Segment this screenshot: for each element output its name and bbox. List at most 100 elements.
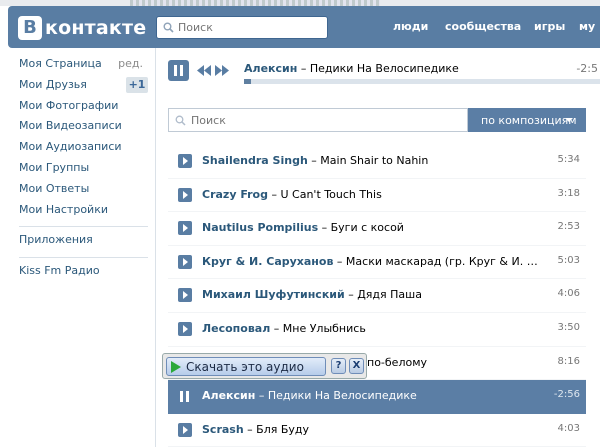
- track-row[interactable]: Scrash – Бля Буду 4:03: [168, 414, 586, 447]
- track-title: Shailendra Singh – Main Shair to Nahin: [202, 154, 542, 167]
- track-song: по-белому: [367, 355, 428, 369]
- track-song: – Маски маскарад (гр. Круг & И. Сарух…: [336, 254, 542, 268]
- sidebar-item-my-page[interactable]: Моя Страница ред.: [0, 56, 150, 77]
- friends-count-badge[interactable]: +1: [126, 76, 148, 93]
- filter-label: по композициям: [481, 113, 577, 127]
- chevron-down-icon: [565, 118, 573, 122]
- nav-games[interactable]: игры: [534, 20, 565, 33]
- audio-search-input[interactable]: [191, 113, 451, 127]
- sidebar-item-audios[interactable]: Мои Аудиозаписи: [0, 139, 150, 160]
- play-icon[interactable]: [178, 187, 192, 202]
- sidebar-item-apps[interactable]: Приложения: [0, 232, 150, 253]
- sidebar-item-photos[interactable]: Мои Фотографии: [0, 98, 150, 119]
- site-logo[interactable]: В контакте: [18, 14, 146, 42]
- sidebar-item-answers[interactable]: Мои Ответы: [0, 181, 150, 202]
- logo-text: контакте: [45, 17, 147, 39]
- sidebar-divider: [19, 226, 148, 228]
- header-search-input[interactable]: [178, 21, 318, 34]
- track-duration: 3:18: [557, 187, 580, 199]
- track-row[interactable]: Лесоповал – Мне Улыбнись 3:50: [168, 313, 586, 347]
- now-playing-time: -2:5: [576, 62, 598, 75]
- now-playing-title: Алексин – Педики На Велосипедике: [244, 62, 459, 75]
- sidebar-item-label: Мои Фотографии: [19, 98, 119, 112]
- track-duration: 8:16: [557, 355, 580, 367]
- nav-people[interactable]: люди: [393, 20, 428, 33]
- track-song: – U Can't Touch This: [268, 187, 382, 201]
- track-duration: -2:56: [553, 389, 580, 401]
- track-title: Scrash – Бля Буду: [202, 423, 542, 436]
- track-list: Shailendra Singh – Main Shair to Nahin 5:…: [168, 145, 586, 447]
- track-artist[interactable]: Crazy Frog: [202, 188, 268, 201]
- play-icon[interactable]: [178, 221, 192, 236]
- track-song: – Буги с косой: [318, 221, 404, 235]
- nav-music[interactable]: му: [579, 20, 595, 33]
- sidebar-item-videos[interactable]: Мои Видеозаписи: [0, 118, 150, 139]
- track-artist[interactable]: Nautilus Pompilius: [202, 221, 318, 234]
- play-icon[interactable]: [178, 422, 192, 437]
- pause-icon[interactable]: [180, 391, 190, 403]
- play-icon[interactable]: [178, 321, 192, 336]
- track-title: Михаил Шуфутинский – Дядя Паша: [202, 288, 542, 301]
- play-icon[interactable]: [178, 154, 192, 168]
- track-artist[interactable]: Алексин: [202, 389, 255, 402]
- track-duration: 2:53: [557, 221, 580, 233]
- download-audio-button[interactable]: Скачать это аудио: [166, 357, 326, 376]
- pause-button[interactable]: [168, 60, 189, 81]
- track-artist[interactable]: Лесоповал: [202, 322, 270, 335]
- help-button[interactable]: ?: [331, 358, 346, 374]
- download-audio-toolbar: Скачать это аудио ? X: [162, 353, 367, 379]
- track-song: – Педики На Велосипедике: [255, 389, 417, 403]
- sidebar-item-label: Моя Страница: [19, 57, 102, 70]
- search-icon: [175, 115, 186, 126]
- track-song: – Дядя Паша: [344, 288, 422, 302]
- sidebar-divider: [19, 257, 148, 259]
- sidebar-item-label: Мои Видеозаписи: [19, 119, 122, 133]
- track-row[interactable]: Crazy Frog – U Can't Touch This 3:18: [168, 179, 586, 213]
- now-playing-song: – Педики На Велосипедике: [297, 62, 459, 75]
- track-row[interactable]: Shailendra Singh – Main Shair to Nahin 5:…: [168, 145, 586, 179]
- audio-player: Алексин – Педики На Велосипедике -2:5: [156, 56, 600, 89]
- audio-search-box[interactable]: [168, 108, 468, 132]
- track-duration: 4:06: [557, 288, 580, 300]
- playback-progress-bar[interactable]: [244, 79, 600, 84]
- left-sidebar: Моя Страница ред. Мои Друзья +1 Мои Фото…: [0, 56, 150, 284]
- track-title: Алексин – Педики На Велосипедике: [202, 389, 542, 402]
- track-title: Crazy Frog – U Can't Touch This: [202, 188, 542, 201]
- edit-link[interactable]: ред.: [118, 56, 143, 72]
- play-icon[interactable]: [178, 288, 192, 303]
- track-artist[interactable]: Shailendra Singh: [202, 154, 308, 167]
- sidebar-item-label: Мои Группы: [19, 160, 90, 174]
- track-title: Круг & И. Саруханов – Маски маскарад (гр…: [202, 255, 542, 268]
- play-icon[interactable]: [178, 254, 192, 269]
- sidebar-item-label: Мои Аудиозаписи: [19, 140, 122, 154]
- track-duration: 4:03: [557, 422, 580, 434]
- track-artist[interactable]: Круг & И. Саруханов: [202, 255, 333, 268]
- track-artist[interactable]: Scrash: [202, 423, 244, 436]
- track-row[interactable]: Круг & И. Саруханов – Маски маскарад (гр…: [168, 246, 586, 280]
- track-row[interactable]: Михаил Шуфутинский – Дядя Паша 4:06: [168, 279, 586, 313]
- sidebar-item-label: Приложения: [19, 233, 93, 247]
- header-search[interactable]: [156, 16, 328, 39]
- sidebar-item-groups[interactable]: Мои Группы: [0, 160, 150, 181]
- track-title: Лесоповал – Мне Улыбнись: [202, 322, 542, 335]
- track-duration: 3:50: [557, 321, 580, 333]
- sidebar-item-label: Мои Друзья: [19, 77, 87, 91]
- content-divider: [155, 48, 156, 447]
- sidebar-item-settings[interactable]: Мои Настройки: [0, 202, 150, 223]
- nav-communities[interactable]: сообщества: [445, 20, 521, 33]
- track-title: Nautilus Pompilius – Буги с косой: [202, 221, 542, 234]
- now-playing-artist[interactable]: Алексин: [244, 62, 297, 75]
- sidebar-item-friends[interactable]: Мои Друзья +1: [0, 76, 150, 98]
- track-duration: 5:03: [557, 254, 580, 266]
- track-row-playing[interactable]: Алексин – Педики На Велосипедике -2:56: [168, 380, 586, 414]
- playback-progress-fill: [244, 79, 252, 84]
- search-filter-dropdown[interactable]: по композициям: [468, 108, 586, 132]
- track-artist[interactable]: Михаил Шуфутинский: [202, 288, 345, 301]
- previous-track-icon[interactable]: [197, 65, 211, 76]
- logo-icon: В: [18, 16, 42, 40]
- track-row[interactable]: Nautilus Pompilius – Буги с косой 2:53: [168, 212, 586, 246]
- sidebar-item-kiss-fm[interactable]: Kiss Fm Радио: [0, 263, 150, 284]
- download-label: Скачать это аудио: [186, 359, 304, 374]
- close-button[interactable]: X: [349, 358, 364, 374]
- next-track-icon[interactable]: [215, 65, 229, 76]
